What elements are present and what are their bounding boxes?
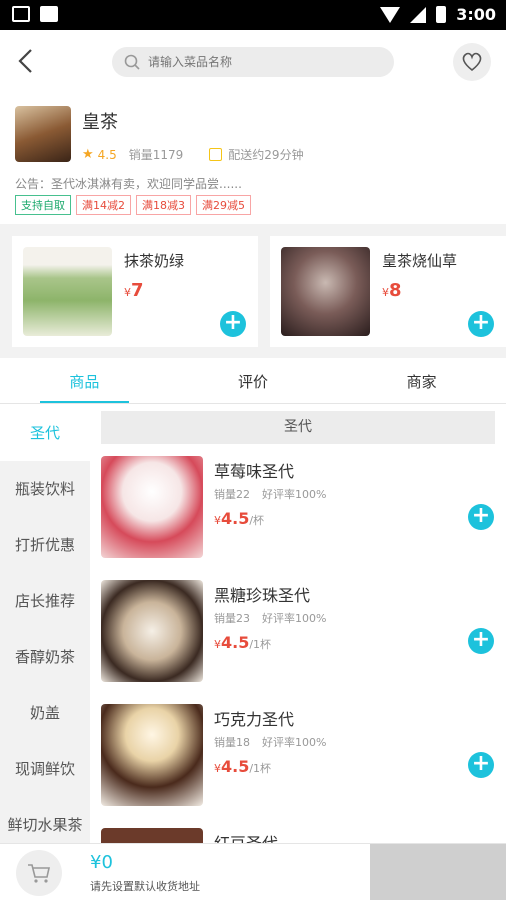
cart-button[interactable] <box>16 850 62 896</box>
shop-meta: ★ 4.5 销量1179 配送约29分钟 <box>82 146 304 163</box>
recommended-card[interactable]: 抹茶奶绿 ¥7 + <box>12 236 258 347</box>
promo-tags: 支持自取 满14减2 满18减3 满29减5 <box>15 195 251 215</box>
top-bar <box>0 30 506 92</box>
product-image <box>23 247 112 336</box>
product-name: 草莓味圣代 <box>214 462 295 481</box>
status-time: 3:00 <box>456 5 496 24</box>
product-image <box>101 580 203 682</box>
product-name: 巧克力圣代 <box>214 710 295 729</box>
clock-icon <box>209 148 223 161</box>
shop-rating: 4.5 <box>97 147 117 162</box>
product-item[interactable]: 巧克力圣代 销量18 好评率100% ¥4.5/1杯 + <box>101 704 506 806</box>
product-stats: 销量18 好评率100% <box>214 736 327 749</box>
chevron-left-icon <box>18 49 32 73</box>
product-image <box>281 247 370 336</box>
shop-sales: 销量1179 <box>128 148 184 162</box>
favorite-button[interactable] <box>453 43 491 81</box>
product-item[interactable]: 红豆圣代 <box>101 828 506 843</box>
product-name: 皇茶烧仙草 <box>382 252 458 270</box>
shop-notice: 公告：圣代冰淇淋有卖，欢迎同学品尝...... <box>15 177 242 191</box>
cart-icon <box>28 864 50 883</box>
tab-bar: 商品 评价 商家 <box>0 360 506 404</box>
wifi-icon <box>380 6 401 23</box>
shop-logo <box>15 106 71 162</box>
category-item[interactable]: 店长推荐 <box>0 573 90 629</box>
search-icon <box>124 54 140 70</box>
checkout-button[interactable] <box>370 844 506 900</box>
tag-discount: 满14减2 <box>76 195 131 215</box>
back-button[interactable] <box>14 46 42 76</box>
add-to-cart-button[interactable]: + <box>468 311 494 337</box>
signal-icon <box>410 6 427 23</box>
product-price: ¥4.5/1杯 <box>214 633 272 652</box>
heart-icon <box>462 52 482 72</box>
tag-discount: 满29减5 <box>196 195 251 215</box>
tab-merchant[interactable]: 商家 <box>337 360 506 403</box>
add-to-cart-button[interactable]: + <box>468 504 494 530</box>
product-item[interactable]: 草莓味圣代 销量22 好评率100% ¥4.5/杯 + <box>101 456 506 558</box>
category-item[interactable]: 现调鲜饮 <box>0 741 90 797</box>
product-price: ¥4.5/1杯 <box>214 757 272 776</box>
shop-name: 皇茶 <box>82 112 118 133</box>
product-stats: 销量23 好评率100% <box>214 612 327 625</box>
image-icon <box>12 6 30 22</box>
tag-pickup: 支持自取 <box>15 195 71 215</box>
category-item[interactable]: 香醇奶茶 <box>0 629 90 685</box>
cart-bar: ¥0 请先设置默认收货地址 <box>0 843 506 900</box>
product-image <box>101 456 203 558</box>
product-name: 抹茶奶绿 <box>124 252 185 270</box>
tab-products[interactable]: 商品 <box>0 360 169 403</box>
search-input[interactable] <box>148 55 368 69</box>
add-to-cart-button[interactable]: + <box>468 752 494 778</box>
address-hint: 请先设置默认收货地址 <box>90 880 200 893</box>
tab-reviews[interactable]: 评价 <box>169 360 338 403</box>
category-header: 圣代 <box>101 411 495 444</box>
delivery-time: 配送约29分钟 <box>228 148 304 162</box>
recommended-section: 抹茶奶绿 ¥7 + 皇茶烧仙草 ¥8 + <box>0 224 506 358</box>
category-item[interactable]: 打折优惠 <box>0 517 90 573</box>
notification-icon <box>40 6 58 22</box>
status-bar: 3:00 <box>0 0 506 30</box>
product-stats: 销量22 好评率100% <box>214 488 327 501</box>
product-image <box>101 704 203 806</box>
star-icon: ★ <box>82 147 94 162</box>
add-to-cart-button[interactable]: + <box>468 628 494 654</box>
add-to-cart-button[interactable]: + <box>220 311 246 337</box>
battery-icon <box>436 6 447 23</box>
product-name: 红豆圣代 <box>214 830 278 843</box>
category-item[interactable]: 奶盖 <box>0 685 90 741</box>
category-sidebar: 圣代 瓶装饮料 打折优惠 店长推荐 香醇奶茶 奶盖 现调鲜饮 鲜切水果茶 <box>0 405 90 843</box>
product-item[interactable]: 黑糖珍珠圣代 销量23 好评率100% ¥4.5/1杯 + <box>101 580 506 682</box>
product-price: ¥7 <box>124 280 144 301</box>
product-price: ¥4.5/杯 <box>214 509 265 528</box>
cart-total: ¥0 <box>90 852 113 873</box>
product-price: ¥8 <box>382 280 402 301</box>
search-bar[interactable] <box>112 47 394 77</box>
tag-discount: 满18减3 <box>136 195 191 215</box>
category-item[interactable]: 圣代 <box>0 405 90 461</box>
product-image <box>101 828 203 843</box>
product-name: 黑糖珍珠圣代 <box>214 586 311 605</box>
recommended-card[interactable]: 皇茶烧仙草 ¥8 + <box>270 236 506 347</box>
category-item[interactable]: 瓶装饮料 <box>0 461 90 517</box>
